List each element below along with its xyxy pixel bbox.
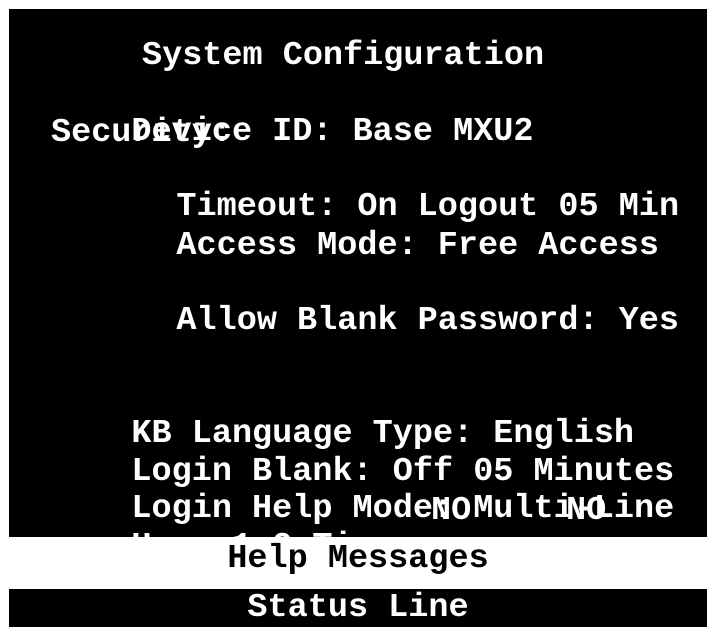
security-label: Security: — [51, 114, 232, 152]
allow-blank-password-label: Allow Blank Password: — [176, 302, 599, 340]
timeout-row: Timeout: On Logout 05 Min — [96, 153, 679, 225]
help-messages-bar: Help Messages — [0, 537, 716, 581]
access-mode-label: Access Mode: — [176, 227, 418, 265]
device-id-field[interactable]: Base MXU2 — [353, 114, 534, 150]
user-tier-row: User 1-2 Tier: — [51, 493, 412, 565]
access-mode-field[interactable]: Free Access — [438, 228, 659, 264]
access-mode-row: Access Mode: Free Access — [96, 192, 659, 264]
status-line-bar: Status Line — [9, 589, 707, 627]
configuration-screen: System Configuration Device ID: Base MXU… — [9, 9, 707, 565]
login-help-mode-row: Login Help Mode: Multi-Line — [51, 455, 674, 527]
user2-tier-field[interactable]: NO — [566, 493, 606, 529]
user1-tier-field[interactable]: NO — [431, 493, 471, 529]
page-title: System Configuration — [142, 37, 545, 75]
allow-blank-password-field[interactable]: Yes — [619, 303, 679, 339]
device-id-row: Device ID: Base MXU2 — [51, 78, 533, 150]
allow-blank-password-row: Allow Blank Password: Yes — [96, 267, 679, 339]
login-blank-row: Login Blank: Off 05 Minutes — [51, 418, 674, 490]
kb-language-row: KB Language Type: English — [51, 380, 634, 452]
